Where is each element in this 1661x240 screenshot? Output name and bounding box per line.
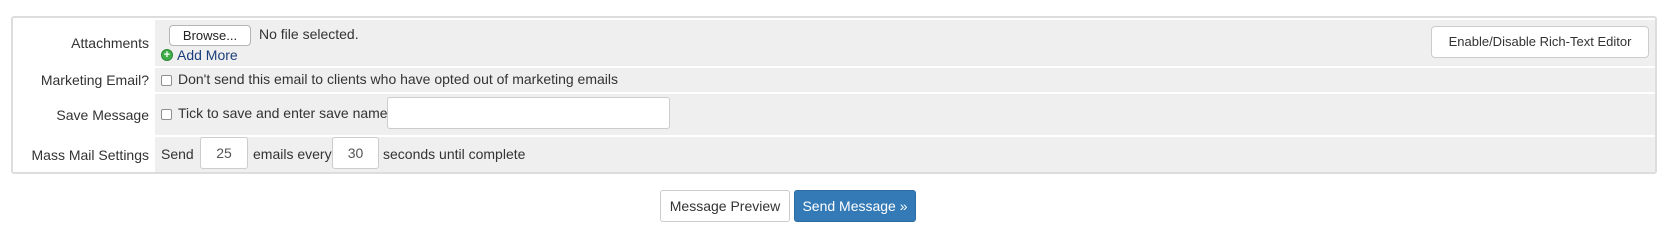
form-actions: Message Preview Send Message »: [0, 190, 1661, 222]
attachments-row: Attachments Browse... No file selected. …: [13, 20, 1655, 66]
message-options-panel: Attachments Browse... No file selected. …: [11, 16, 1657, 174]
save-message-checkbox-label[interactable]: Tick to save and enter save name:: [178, 105, 391, 121]
save-message-checkbox[interactable]: [161, 109, 172, 120]
mass-mail-send-text: Send: [161, 146, 194, 162]
marketing-opt-out-checkbox[interactable]: [161, 75, 172, 86]
mass-mail-label: Mass Mail Settings: [13, 137, 155, 172]
add-more-link[interactable]: + Add More: [161, 47, 238, 63]
save-name-input[interactable]: [387, 97, 670, 129]
file-status-text: No file selected.: [259, 26, 359, 42]
marketing-email-row: Marketing Email? Don't send this email t…: [13, 68, 1655, 92]
marketing-email-label: Marketing Email?: [13, 68, 155, 92]
save-message-label: Save Message: [13, 94, 155, 135]
message-preview-button[interactable]: Message Preview: [660, 190, 790, 222]
add-more-label: Add More: [177, 47, 238, 63]
attachments-field: Browse... No file selected. + Add More E…: [155, 20, 1655, 66]
marketing-email-field: Don't send this email to clients who hav…: [155, 68, 1655, 92]
attachments-label: Attachments: [13, 20, 155, 66]
browse-button[interactable]: Browse...: [169, 25, 251, 46]
marketing-opt-out-label[interactable]: Don't send this email to clients who hav…: [178, 71, 618, 87]
save-message-field: Tick to save and enter save name:: [155, 94, 1655, 135]
mass-mail-row: Mass Mail Settings Send 25 emails every …: [13, 137, 1655, 172]
mass-mail-until-text: seconds until complete: [383, 146, 526, 162]
plus-circle-icon: +: [161, 49, 173, 61]
save-message-row: Save Message Tick to save and enter save…: [13, 94, 1655, 135]
send-message-button[interactable]: Send Message »: [794, 190, 916, 222]
emails-count-input[interactable]: 25: [200, 137, 248, 169]
seconds-interval-input[interactable]: 30: [332, 137, 379, 169]
mass-mail-field: Send 25 emails every 30 seconds until co…: [155, 137, 1655, 172]
mass-mail-emails-every-text: emails every: [253, 146, 332, 162]
rich-text-toggle-button[interactable]: Enable/Disable Rich-Text Editor: [1431, 26, 1649, 58]
